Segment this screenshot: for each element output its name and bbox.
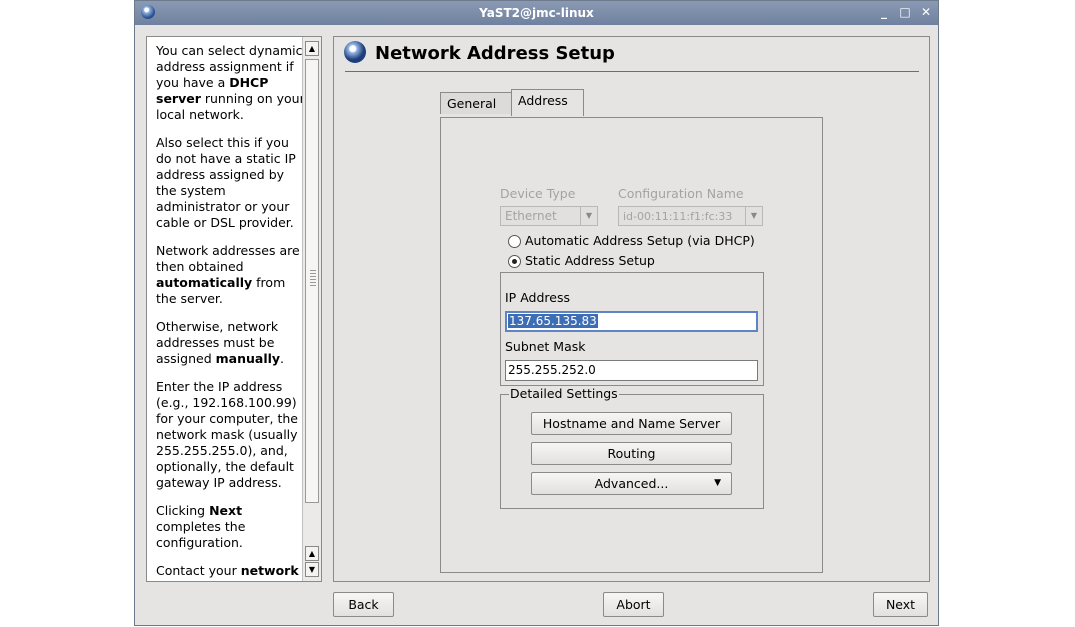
scroll-up-icon[interactable]: ▲ bbox=[305, 41, 319, 56]
next-button[interactable]: Next bbox=[873, 592, 928, 617]
help-paragraph: You can select dynamic address assignmen… bbox=[156, 43, 305, 122]
scrollbar-thumb[interactable] bbox=[305, 59, 319, 503]
help-scrollbar[interactable]: ▲ ▲ ▼ bbox=[302, 37, 321, 581]
title-bar[interactable]: YaST2@jmc-linux _ □ ✕ bbox=[135, 1, 938, 25]
tab-general[interactable]: General bbox=[440, 92, 512, 114]
routing-button[interactable]: Routing bbox=[531, 442, 732, 465]
tab-address-label: Address bbox=[518, 93, 568, 108]
help-bold-term: network bbox=[240, 563, 299, 578]
help-panel: You can select dynamic address assignmen… bbox=[146, 36, 322, 582]
abort-button[interactable]: Abort bbox=[603, 592, 664, 617]
title-divider bbox=[345, 71, 919, 72]
chevron-down-icon: ▼ bbox=[745, 207, 762, 225]
back-button[interactable]: Back bbox=[333, 592, 394, 617]
help-paragraph: Also select this if you do not have a st… bbox=[156, 135, 296, 230]
help-paragraph: Contact your network bbox=[156, 563, 299, 578]
help-bold-term: Next bbox=[209, 503, 243, 518]
configuration-name-label: Configuration Name bbox=[618, 186, 744, 201]
radio-dot-icon bbox=[512, 259, 517, 264]
scroll-up-icon[interactable]: ▲ bbox=[305, 546, 319, 561]
subnet-mask-label: Subnet Mask bbox=[505, 339, 586, 354]
ip-address-label: IP Address bbox=[505, 290, 570, 305]
chevron-down-icon: ▼ bbox=[714, 478, 721, 488]
tab-address[interactable]: Address bbox=[511, 89, 584, 116]
yast-window: YaST2@jmc-linux _ □ ✕ You can select dyn… bbox=[134, 0, 939, 626]
configuration-name-value: id-00:11:11:f1:fc:33 bbox=[623, 210, 733, 223]
device-type-label: Device Type bbox=[500, 186, 576, 201]
chevron-down-icon: ▼ bbox=[580, 207, 597, 225]
main-content: Network Address Setup General Address De… bbox=[333, 36, 930, 582]
help-paragraph: Clicking Next completes the configuratio… bbox=[156, 503, 246, 550]
network-globe-icon bbox=[344, 41, 366, 63]
detailed-settings-group: Detailed Settings Hostname and Name Serv… bbox=[500, 386, 764, 509]
static-address-group: IP Address 137.65.135.83 Subnet Mask 255… bbox=[500, 272, 764, 386]
grip-icon bbox=[310, 270, 316, 288]
minimize-icon[interactable]: _ bbox=[876, 4, 892, 20]
ip-address-input[interactable]: 137.65.135.83 bbox=[505, 311, 758, 332]
radio-button-unchecked[interactable] bbox=[508, 235, 521, 248]
help-paragraph: Network addresses are then obtained auto… bbox=[156, 243, 300, 306]
device-type-value: Ethernet bbox=[505, 209, 557, 223]
window-title: YaST2@jmc-linux bbox=[479, 6, 594, 20]
configuration-name-select: id-00:11:11:f1:fc:33 ▼ bbox=[618, 206, 763, 226]
close-icon[interactable]: ✕ bbox=[918, 4, 934, 20]
advanced-button-label: Advanced... bbox=[594, 476, 669, 491]
help-paragraph: Otherwise, network addresses must be ass… bbox=[156, 319, 285, 366]
detailed-settings-title: Detailed Settings bbox=[509, 386, 619, 401]
dhcp-radio-label: Automatic Address Setup (via DHCP) bbox=[525, 233, 755, 248]
help-bold-term: automatically bbox=[156, 275, 253, 290]
tab-general-label: General bbox=[447, 96, 497, 111]
help-paragraph: Enter the IP address (e.g., 192.168.100.… bbox=[156, 379, 298, 490]
device-type-select: Ethernet ▼ bbox=[500, 206, 598, 226]
page-title: Network Address Setup bbox=[375, 43, 615, 64]
help-bold-term: DHCP server bbox=[156, 75, 269, 106]
advanced-button[interactable]: Advanced... ▼ bbox=[531, 472, 732, 495]
static-radio-label: Static Address Setup bbox=[525, 253, 655, 268]
help-bold-term: manually bbox=[215, 351, 281, 366]
radio-button-checked[interactable] bbox=[508, 255, 521, 268]
address-tab-panel: Device Type Configuration Name Ethernet … bbox=[440, 117, 823, 573]
maximize-icon[interactable]: □ bbox=[897, 4, 913, 20]
subnet-mask-input[interactable]: 255.255.252.0 bbox=[505, 360, 758, 381]
help-text: You can select dynamic address assignmen… bbox=[156, 43, 306, 581]
hostname-button[interactable]: Hostname and Name Server bbox=[531, 412, 732, 435]
scroll-down-icon[interactable]: ▼ bbox=[305, 562, 319, 577]
ip-address-value: 137.65.135.83 bbox=[508, 314, 598, 328]
subnet-mask-value: 255.255.252.0 bbox=[508, 363, 596, 377]
